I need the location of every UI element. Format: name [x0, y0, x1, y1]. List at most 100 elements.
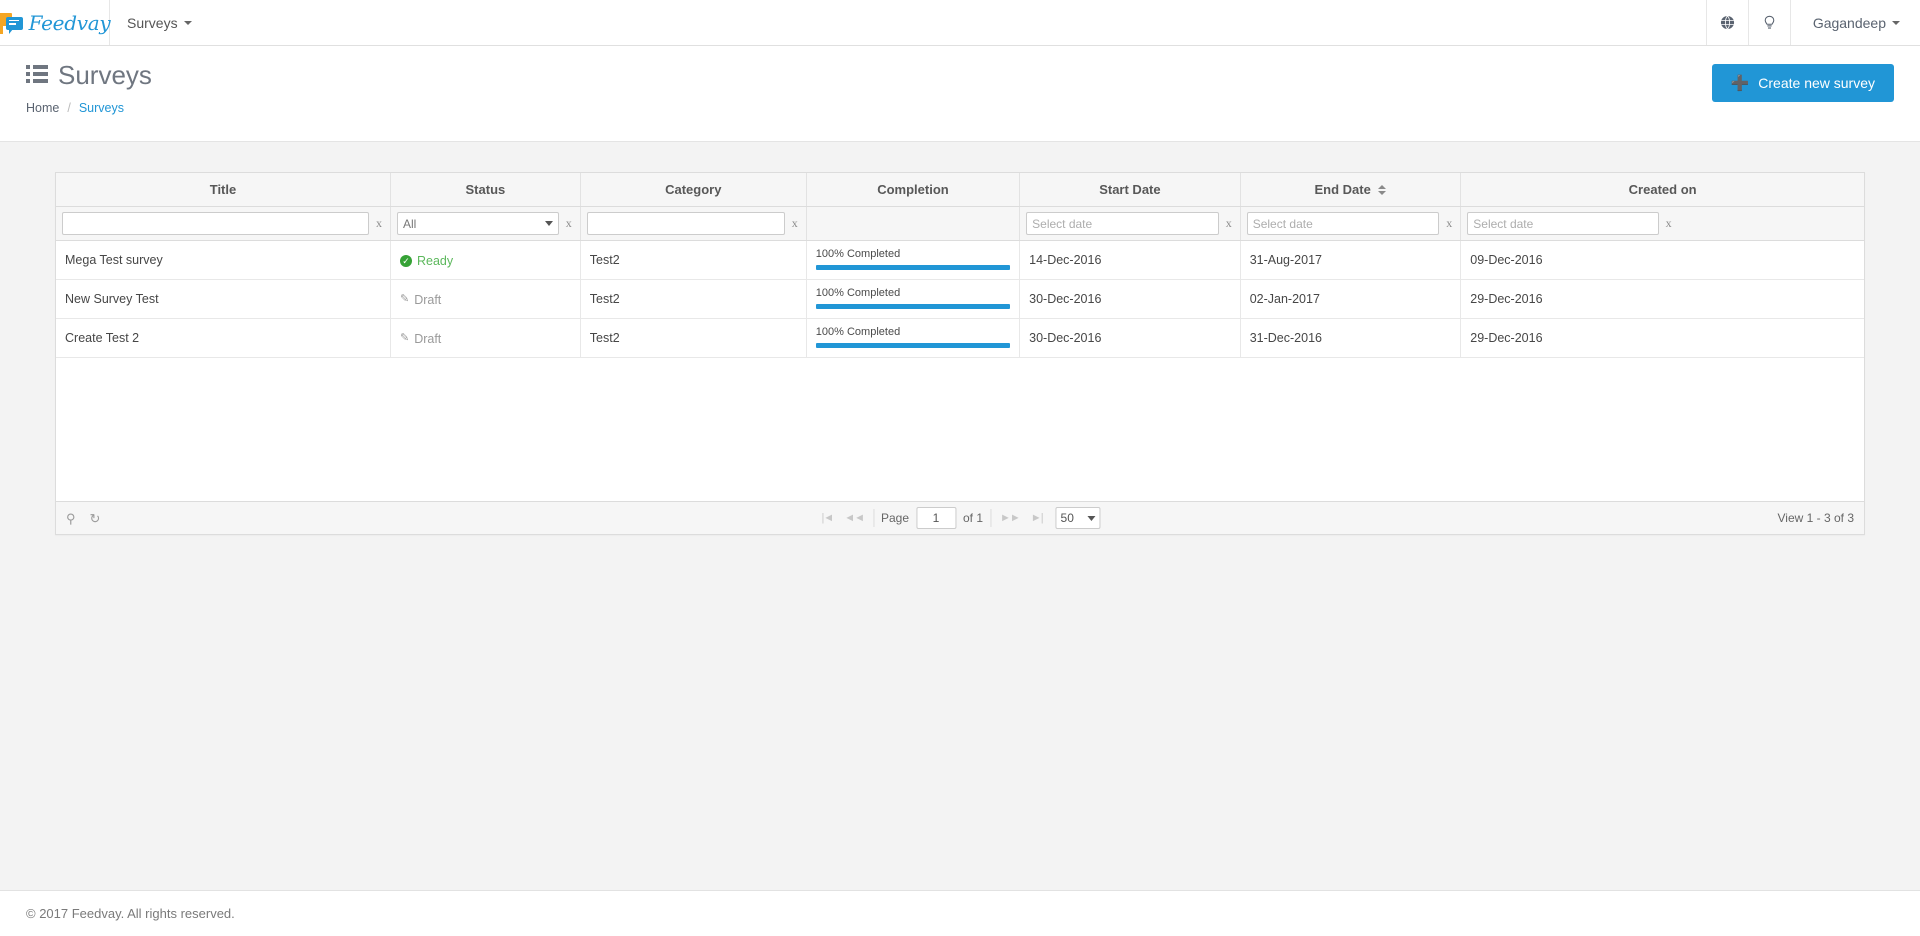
table-row[interactable]: Mega Test survey ✓ Ready Test2 100% Comp…	[56, 240, 1864, 280]
filter-start-date-input[interactable]	[1026, 212, 1219, 235]
progress-bar	[815, 264, 1011, 270]
breadcrumb-home[interactable]: Home	[26, 101, 59, 115]
page-size-select[interactable]: 50	[1055, 507, 1101, 529]
filter-cell-end-date: x	[1240, 206, 1462, 241]
filter-created-on-clear[interactable]: x	[1664, 216, 1674, 231]
column-header-created-on-label: Created on	[1628, 182, 1697, 197]
view-range-info: View 1 - 3 of 3	[1777, 511, 1855, 525]
pager-divider	[872, 509, 874, 527]
filter-cell-start-date: x	[1019, 206, 1241, 241]
completion-label: 100% Completed	[815, 247, 901, 260]
cell-created-on: 09-Dec-2016	[1460, 240, 1864, 280]
chevron-down-icon	[1892, 20, 1900, 25]
table-row[interactable]: Create Test 2 ✎ Draft Test2 100% Complet…	[56, 318, 1864, 358]
plus-icon: ➕	[1730, 74, 1750, 92]
cell-completion: 100% Completed	[806, 279, 1021, 319]
column-header-start-date[interactable]: Start Date	[1019, 173, 1241, 207]
column-header-status-label: Status	[465, 182, 506, 197]
status-badge: ✓ Ready	[399, 254, 453, 268]
create-new-survey-button[interactable]: ➕ Create new survey	[1711, 64, 1894, 102]
column-header-end-date[interactable]: End Date	[1240, 173, 1462, 207]
previous-page-button[interactable]: ◄◄	[842, 512, 866, 524]
table-row[interactable]: New Survey Test ✎ Draft Test2 100% Compl…	[56, 279, 1864, 319]
column-header-status[interactable]: Status	[390, 173, 581, 207]
filter-cell-title: x	[56, 206, 391, 241]
help-tips-button[interactable]	[1747, 0, 1790, 45]
cell-end-date: 31-Aug-2017	[1240, 240, 1462, 280]
search-icon[interactable]: ⚲	[66, 512, 76, 525]
column-header-completion-label: Completion	[877, 182, 949, 197]
cell-category: Test2	[580, 318, 807, 358]
page-label: Page	[880, 511, 910, 525]
brand-logo-link[interactable]: Feedvay	[0, 0, 111, 45]
filter-status-select[interactable]: All	[396, 212, 559, 235]
last-page-button[interactable]: ►|	[1029, 512, 1045, 524]
cell-completion: 100% Completed	[806, 240, 1021, 280]
progress-bar	[815, 342, 1011, 348]
list-icon	[26, 64, 48, 86]
cell-category: Test2	[580, 279, 807, 319]
filter-end-date-input[interactable]	[1246, 212, 1440, 235]
filter-cell-status: All x	[390, 206, 581, 241]
nav-item-surveys[interactable]: Surveys	[110, 0, 209, 45]
completion-label: 100% Completed	[815, 286, 901, 299]
top-navbar: Feedvay Surveys Gagandeep	[0, 0, 1920, 46]
breadcrumb-separator: /	[67, 101, 71, 115]
lightbulb-icon	[1764, 15, 1775, 29]
column-header-title[interactable]: Title	[56, 173, 391, 207]
user-menu[interactable]: Gagandeep	[1789, 0, 1920, 45]
create-new-survey-label: Create new survey	[1758, 75, 1875, 91]
column-header-category[interactable]: Category	[580, 173, 807, 207]
next-page-button[interactable]: ►►	[998, 512, 1022, 524]
column-header-category-label: Category	[665, 182, 722, 197]
language-globe-button[interactable]	[1705, 0, 1748, 45]
filter-cell-created-on: x	[1460, 206, 1864, 241]
pagination: |◄ ◄◄ Page of 1 ►► ►| 50	[819, 507, 1101, 529]
table-header-row: Title Status Category Completion Start D…	[56, 173, 1864, 207]
completion-label: 100% Completed	[815, 325, 901, 338]
page-number-input[interactable]	[916, 507, 957, 529]
grid-empty-space	[56, 358, 1864, 501]
cell-created-on: 29-Dec-2016	[1460, 318, 1864, 358]
column-header-end-date-label: End Date	[1314, 182, 1371, 197]
table-body: Mega Test survey ✓ Ready Test2 100% Comp…	[56, 240, 1864, 358]
filter-status-value: All	[402, 216, 417, 231]
nav-menu: Surveys	[110, 0, 209, 45]
page-title: Surveys	[58, 60, 152, 90]
navbar-right-group: Gagandeep	[1705, 0, 1920, 45]
filter-category-input[interactable]	[586, 212, 785, 235]
refresh-icon[interactable]: ↻	[90, 512, 101, 525]
filter-status-clear[interactable]: x	[564, 216, 574, 231]
filter-cell-category: x	[580, 206, 807, 241]
column-header-created-on[interactable]: Created on	[1460, 173, 1864, 207]
brand-name: Feedvay	[28, 10, 111, 35]
filter-category-clear[interactable]: x	[790, 216, 800, 231]
filter-created-on-input[interactable]	[1467, 212, 1659, 235]
cell-start-date: 30-Dec-2016	[1019, 279, 1241, 319]
cell-title: Mega Test survey	[56, 240, 391, 280]
cell-created-on: 29-Dec-2016	[1460, 279, 1864, 319]
status-badge: ✎ Draft	[400, 293, 441, 307]
grid-footer: ⚲ ↻ |◄ ◄◄ Page of 1 ►► ►| 50 View 1 - 3 …	[56, 501, 1864, 534]
content-area: Title Status Category Completion Start D…	[0, 142, 1920, 535]
pencil-square-icon: ✎	[399, 293, 410, 306]
column-header-completion[interactable]: Completion	[806, 173, 1021, 207]
pager-divider	[990, 509, 992, 527]
table-filter-row: x All x x Select date x Select date x Se…	[56, 206, 1864, 241]
filter-title-input[interactable]	[62, 212, 369, 235]
cell-end-date: 02-Jan-2017	[1240, 279, 1462, 319]
first-page-button[interactable]: |◄	[819, 512, 835, 524]
feedvay-logo-icon	[0, 12, 25, 34]
filter-title-clear[interactable]: x	[374, 216, 384, 231]
progress-bar	[815, 303, 1011, 309]
filter-start-date-clear[interactable]: x	[1224, 216, 1234, 231]
check-circle-icon: ✓	[399, 254, 412, 267]
cell-category: Test2	[580, 240, 807, 280]
cell-status: ✓ Ready	[390, 240, 581, 280]
breadcrumb-surveys[interactable]: Surveys	[79, 101, 124, 115]
surveys-grid-panel: Title Status Category Completion Start D…	[55, 172, 1865, 535]
nav-item-surveys-label: Surveys	[127, 14, 178, 31]
filter-end-date-clear[interactable]: x	[1444, 216, 1454, 231]
cell-start-date: 14-Dec-2016	[1019, 240, 1241, 280]
user-menu-label: Gagandeep	[1812, 14, 1886, 31]
